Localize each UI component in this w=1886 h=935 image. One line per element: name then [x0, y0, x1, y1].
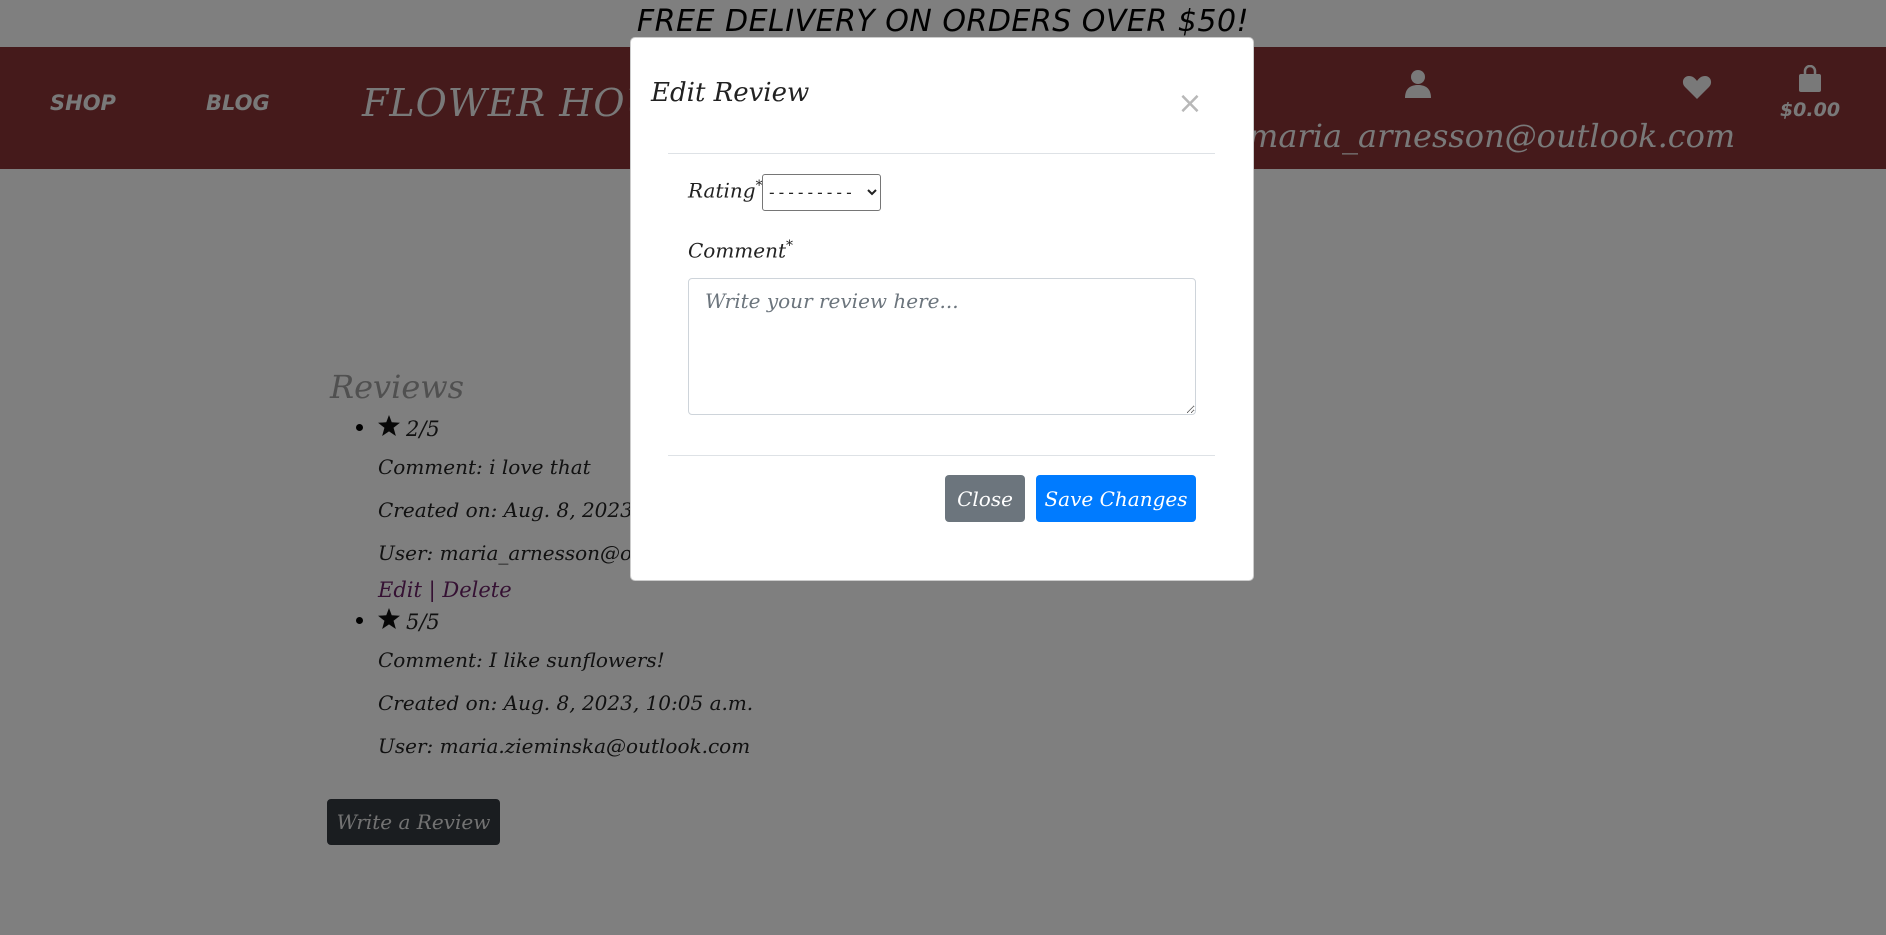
- close-icon[interactable]: ×: [1175, 89, 1205, 119]
- modal-title: Edit Review: [651, 78, 810, 108]
- save-changes-button[interactable]: Save Changes: [1036, 475, 1196, 522]
- required-mark: *: [786, 238, 794, 254]
- close-button[interactable]: Close: [945, 475, 1025, 522]
- rating-label-text: Rating: [688, 178, 756, 203]
- rating-label: Rating*: [688, 178, 763, 203]
- comment-textarea[interactable]: [688, 278, 1196, 415]
- edit-review-modal: Edit Review × Rating* --------- Comment*…: [630, 37, 1254, 581]
- modal-footer-divider: [668, 455, 1215, 456]
- comment-label: Comment*: [688, 238, 793, 263]
- rating-select[interactable]: ---------: [762, 174, 881, 211]
- comment-label-text: Comment: [688, 238, 787, 263]
